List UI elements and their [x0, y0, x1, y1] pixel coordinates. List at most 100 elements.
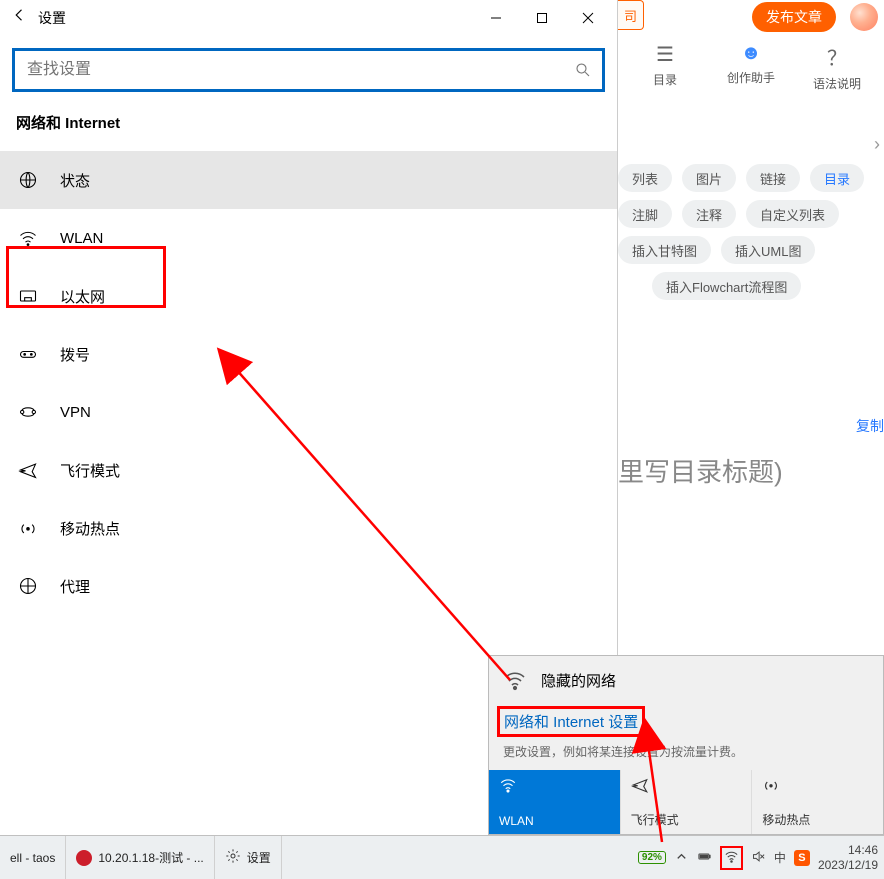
- search-box[interactable]: [12, 48, 605, 92]
- tag-toc[interactable]: 目录: [810, 164, 864, 192]
- nav-item-proxy[interactable]: 代理: [0, 557, 617, 615]
- help-button[interactable]: ？ 语法说明: [807, 42, 867, 92]
- taskbar-item-remote[interactable]: 10.20.1.18-测试 - ...: [66, 836, 214, 879]
- chevron-up-icon[interactable]: [674, 849, 689, 867]
- tag-footnote[interactable]: 注脚: [618, 200, 672, 228]
- nav-label: 状态: [60, 170, 90, 191]
- taskbar-item-settings[interactable]: 设置: [215, 836, 282, 879]
- tag-uml[interactable]: 插入UML图: [721, 236, 815, 264]
- clock-date: 2023/12/19: [818, 858, 878, 873]
- clock[interactable]: 14:46 2023/12/19: [818, 843, 878, 873]
- battery-icon[interactable]: [697, 849, 712, 867]
- toc-button[interactable]: ☰ 目录: [635, 42, 695, 92]
- task-label: 设置: [247, 849, 271, 866]
- volume-muted-icon[interactable]: [751, 849, 766, 867]
- nav-label: 以太网: [60, 286, 105, 307]
- tag-link[interactable]: 链接: [746, 164, 800, 192]
- icon-label: 创作助手: [727, 69, 775, 86]
- annotation-settings-link-highlight: 网络和 Internet 设置: [497, 706, 645, 737]
- tag-list[interactable]: 列表: [618, 164, 672, 192]
- tag-gantt[interactable]: 插入甘特图: [618, 236, 711, 264]
- airplane-icon: [18, 460, 38, 480]
- titlebar: 设置: [0, 0, 617, 36]
- window-title: 设置: [38, 8, 66, 28]
- search-wrap: [0, 36, 617, 104]
- tag-image[interactable]: 图片: [682, 164, 736, 192]
- clock-time: 14:46: [848, 843, 878, 858]
- tile-airplane[interactable]: 飞行模式: [621, 770, 753, 834]
- nav-label: 拨号: [60, 344, 90, 365]
- nav-label: 移动热点: [60, 518, 120, 539]
- search-icon: [574, 61, 592, 79]
- sogou-ime-icon[interactable]: S: [794, 850, 810, 866]
- battery-percent[interactable]: 92%: [638, 851, 666, 864]
- tag-customlist[interactable]: 自定义列表: [746, 200, 839, 228]
- header-fragment: 司: [618, 0, 644, 30]
- tag-annotation[interactable]: 注释: [682, 200, 736, 228]
- wifi-icon: [18, 228, 38, 248]
- tile-hotspot[interactable]: 移动热点: [752, 770, 883, 834]
- minimize-button[interactable]: [473, 0, 519, 36]
- editor-top-icons: ☰ 目录 ☻ 创作助手 ？ 语法说明: [618, 34, 884, 96]
- close-button[interactable]: [565, 0, 611, 36]
- network-settings-desc: 更改设置，例如将某连接设置为按流量计费。: [489, 741, 883, 770]
- hotspot-icon: [762, 776, 873, 796]
- task-label: ell - taos: [10, 851, 55, 865]
- taskbar: ell - taos 10.20.1.18-测试 - ... 设置 92% 中 …: [0, 835, 884, 879]
- chevron-right-icon[interactable]: ›: [874, 134, 880, 155]
- nav-label: 飞行模式: [60, 460, 120, 481]
- ethernet-icon: [18, 286, 38, 306]
- tray-wifi-icon[interactable]: [724, 849, 739, 867]
- nav-item-status[interactable]: 状态: [0, 151, 617, 209]
- task-label: 10.20.1.18-测试 - ...: [98, 849, 203, 866]
- nav-label: VPN: [60, 404, 91, 421]
- nav-item-vpn[interactable]: VPN: [0, 383, 617, 441]
- icon-label: 目录: [653, 71, 677, 88]
- wifi-icon: [499, 776, 610, 796]
- wifi-icon: [503, 668, 527, 692]
- hidden-network-label[interactable]: 隐藏的网络: [541, 670, 616, 691]
- nav-label: WLAN: [60, 230, 103, 247]
- nav-item-wlan[interactable]: WLAN: [0, 209, 617, 267]
- editor-heading-fragment: 里写目录标题): [618, 452, 783, 489]
- search-input[interactable]: [25, 60, 574, 80]
- annotation-tray-wifi-highlight: [720, 846, 743, 870]
- tag-area: 列表 图片 链接 目录 注脚 注释 自定义列表 插入甘特图 插入UML图 插入F…: [618, 154, 884, 310]
- publish-button[interactable]: 发布文章: [752, 2, 836, 32]
- status-icon: [18, 170, 38, 190]
- nav-item-dialup[interactable]: 拨号: [0, 325, 617, 383]
- ime-indicator[interactable]: 中: [774, 849, 786, 866]
- proxy-icon: [18, 576, 38, 596]
- app-icon: [76, 850, 92, 866]
- nav-label: 代理: [60, 576, 90, 597]
- system-tray: 92% 中 S 14:46 2023/12/19: [638, 843, 884, 873]
- quick-tiles: WLAN 飞行模式 移动热点: [489, 770, 883, 834]
- gear-icon: [225, 848, 241, 867]
- tile-wlan[interactable]: WLAN: [489, 770, 621, 834]
- help-icon: ？: [827, 42, 847, 71]
- nav-item-airplane[interactable]: 飞行模式: [0, 441, 617, 499]
- nav-item-ethernet[interactable]: 以太网: [0, 267, 617, 325]
- icon-label: 语法说明: [813, 75, 861, 92]
- network-settings-link[interactable]: 网络和 Internet 设置: [504, 714, 638, 731]
- hotspot-icon: [18, 518, 38, 538]
- back-button[interactable]: [6, 0, 34, 36]
- vpn-icon: [18, 402, 38, 422]
- copy-link[interactable]: 复制: [856, 416, 884, 436]
- editor-header: 发布文章: [618, 0, 884, 34]
- taskbar-item-shell[interactable]: ell - taos: [0, 836, 66, 879]
- avatar[interactable]: [850, 3, 878, 31]
- robot-icon: ☻: [740, 42, 761, 65]
- assistant-button[interactable]: ☻ 创作助手: [721, 42, 781, 92]
- tag-flowchart[interactable]: 插入Flowchart流程图: [652, 272, 801, 300]
- tile-label: WLAN: [499, 814, 610, 828]
- list-icon: ☰: [656, 42, 674, 67]
- nav-item-hotspot[interactable]: 移动热点: [0, 499, 617, 557]
- tile-label: 飞行模式: [631, 811, 742, 828]
- dialup-icon: [18, 344, 38, 364]
- maximize-button[interactable]: [519, 0, 565, 36]
- airplane-icon: [631, 776, 742, 796]
- network-flyout: 隐藏的网络 网络和 Internet 设置 更改设置，例如将某连接设置为按流量计…: [488, 655, 884, 835]
- tile-label: 移动热点: [762, 811, 873, 828]
- section-title: 网络和 Internet: [0, 104, 617, 151]
